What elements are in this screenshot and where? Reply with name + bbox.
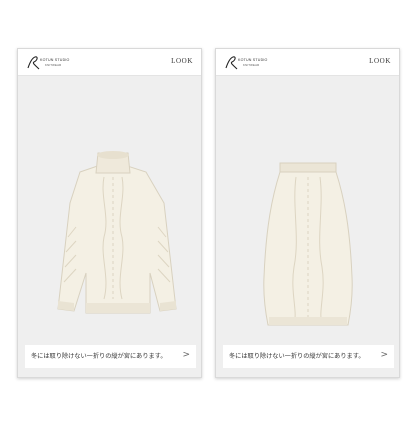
app-header: KOTUN STUDIO KNITWEAR LOOK [18, 49, 201, 76]
chevron-right-icon[interactable]: > [380, 350, 388, 360]
brand-tagline: KNITWEAR [243, 63, 260, 67]
caption-text: 冬には取り除けない一折りの縦が宮にあります。 [31, 353, 167, 360]
caption-bar[interactable]: 冬には取り除けない一折りの縦が宮にあります。 > [223, 345, 394, 368]
look-link[interactable]: LOOK [171, 57, 193, 65]
brand-logo[interactable]: KOTUN STUDIO KNITWEAR [26, 55, 76, 71]
brand-logo[interactable]: KOTUN STUDIO KNITWEAR [224, 55, 274, 71]
sweater-icon [57, 151, 177, 314]
skirt-icon [263, 162, 353, 326]
phone-screen-skirt: KOTUN STUDIO KNITWEAR LOOK 冬には取り除けない一折りの… [215, 48, 400, 378]
brand-tagline: KNITWEAR [45, 63, 62, 67]
product-image-sweater [18, 77, 201, 339]
brand-name: KOTUN STUDIO [40, 58, 70, 62]
app-header: KOTUN STUDIO KNITWEAR LOOK [216, 49, 399, 76]
caption-text: 冬には取り除けない一折りの縦が宮にあります。 [229, 353, 365, 360]
product-image-skirt [216, 77, 399, 339]
look-link[interactable]: LOOK [369, 57, 391, 65]
phone-screen-sweater: KOTUN STUDIO KNITWEAR LOOK 冬には取り除けない一折りの… [17, 48, 202, 378]
caption-bar[interactable]: 冬には取り除けない一折りの縦が宮にあります。 > [25, 345, 196, 368]
chevron-right-icon[interactable]: > [182, 350, 190, 360]
brand-name: KOTUN STUDIO [238, 58, 268, 62]
